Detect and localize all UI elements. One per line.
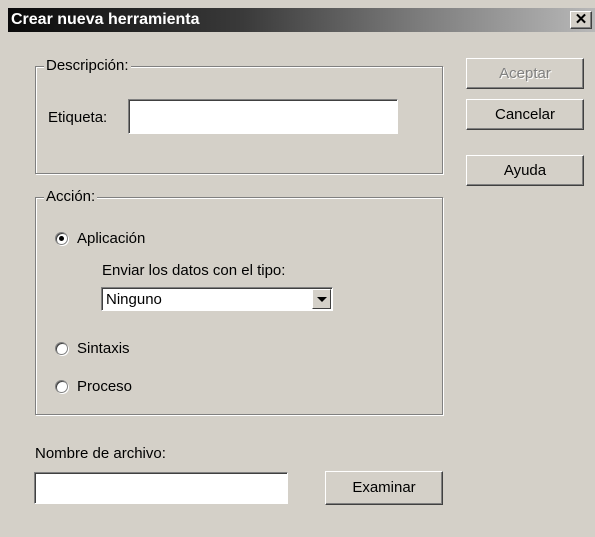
filename-label: Nombre de archivo: (35, 445, 166, 462)
title-bar: Crear nueva herramienta ✕ (8, 8, 595, 32)
window-title: Crear nueva herramienta (11, 11, 200, 28)
browse-button[interactable]: Examinar (325, 471, 443, 505)
chevron-down-icon[interactable] (312, 289, 331, 309)
cancel-button[interactable]: Cancelar (466, 99, 584, 130)
close-button[interactable]: ✕ (570, 11, 592, 29)
radio-aplicacion-label: Aplicación (77, 230, 146, 247)
send-data-label: Enviar los datos con el tipo: (102, 262, 286, 279)
radio-proceso[interactable]: Proceso (55, 378, 132, 395)
radio-aplicacion-button[interactable] (55, 232, 68, 245)
action-legend: Acción: (44, 188, 98, 205)
send-type-value: Ninguno (106, 291, 162, 308)
description-legend: Descripción: (44, 57, 131, 74)
radio-proceso-label: Proceso (77, 378, 133, 395)
label-input[interactable] (128, 99, 398, 134)
radio-proceso-button[interactable] (55, 380, 68, 393)
radio-sintaxis-button[interactable] (55, 342, 68, 355)
radio-sintaxis-label: Sintaxis (77, 340, 130, 357)
filename-input[interactable] (34, 472, 288, 504)
send-type-select[interactable]: Ninguno (101, 287, 333, 311)
radio-aplicacion[interactable]: Aplicación (55, 230, 145, 247)
radio-sintaxis[interactable]: Sintaxis (55, 340, 130, 357)
accept-button[interactable]: Aceptar (466, 58, 584, 89)
close-icon: ✕ (574, 11, 588, 28)
help-button[interactable]: Ayuda (466, 155, 584, 186)
label-field-label: Etiqueta: (48, 109, 108, 126)
